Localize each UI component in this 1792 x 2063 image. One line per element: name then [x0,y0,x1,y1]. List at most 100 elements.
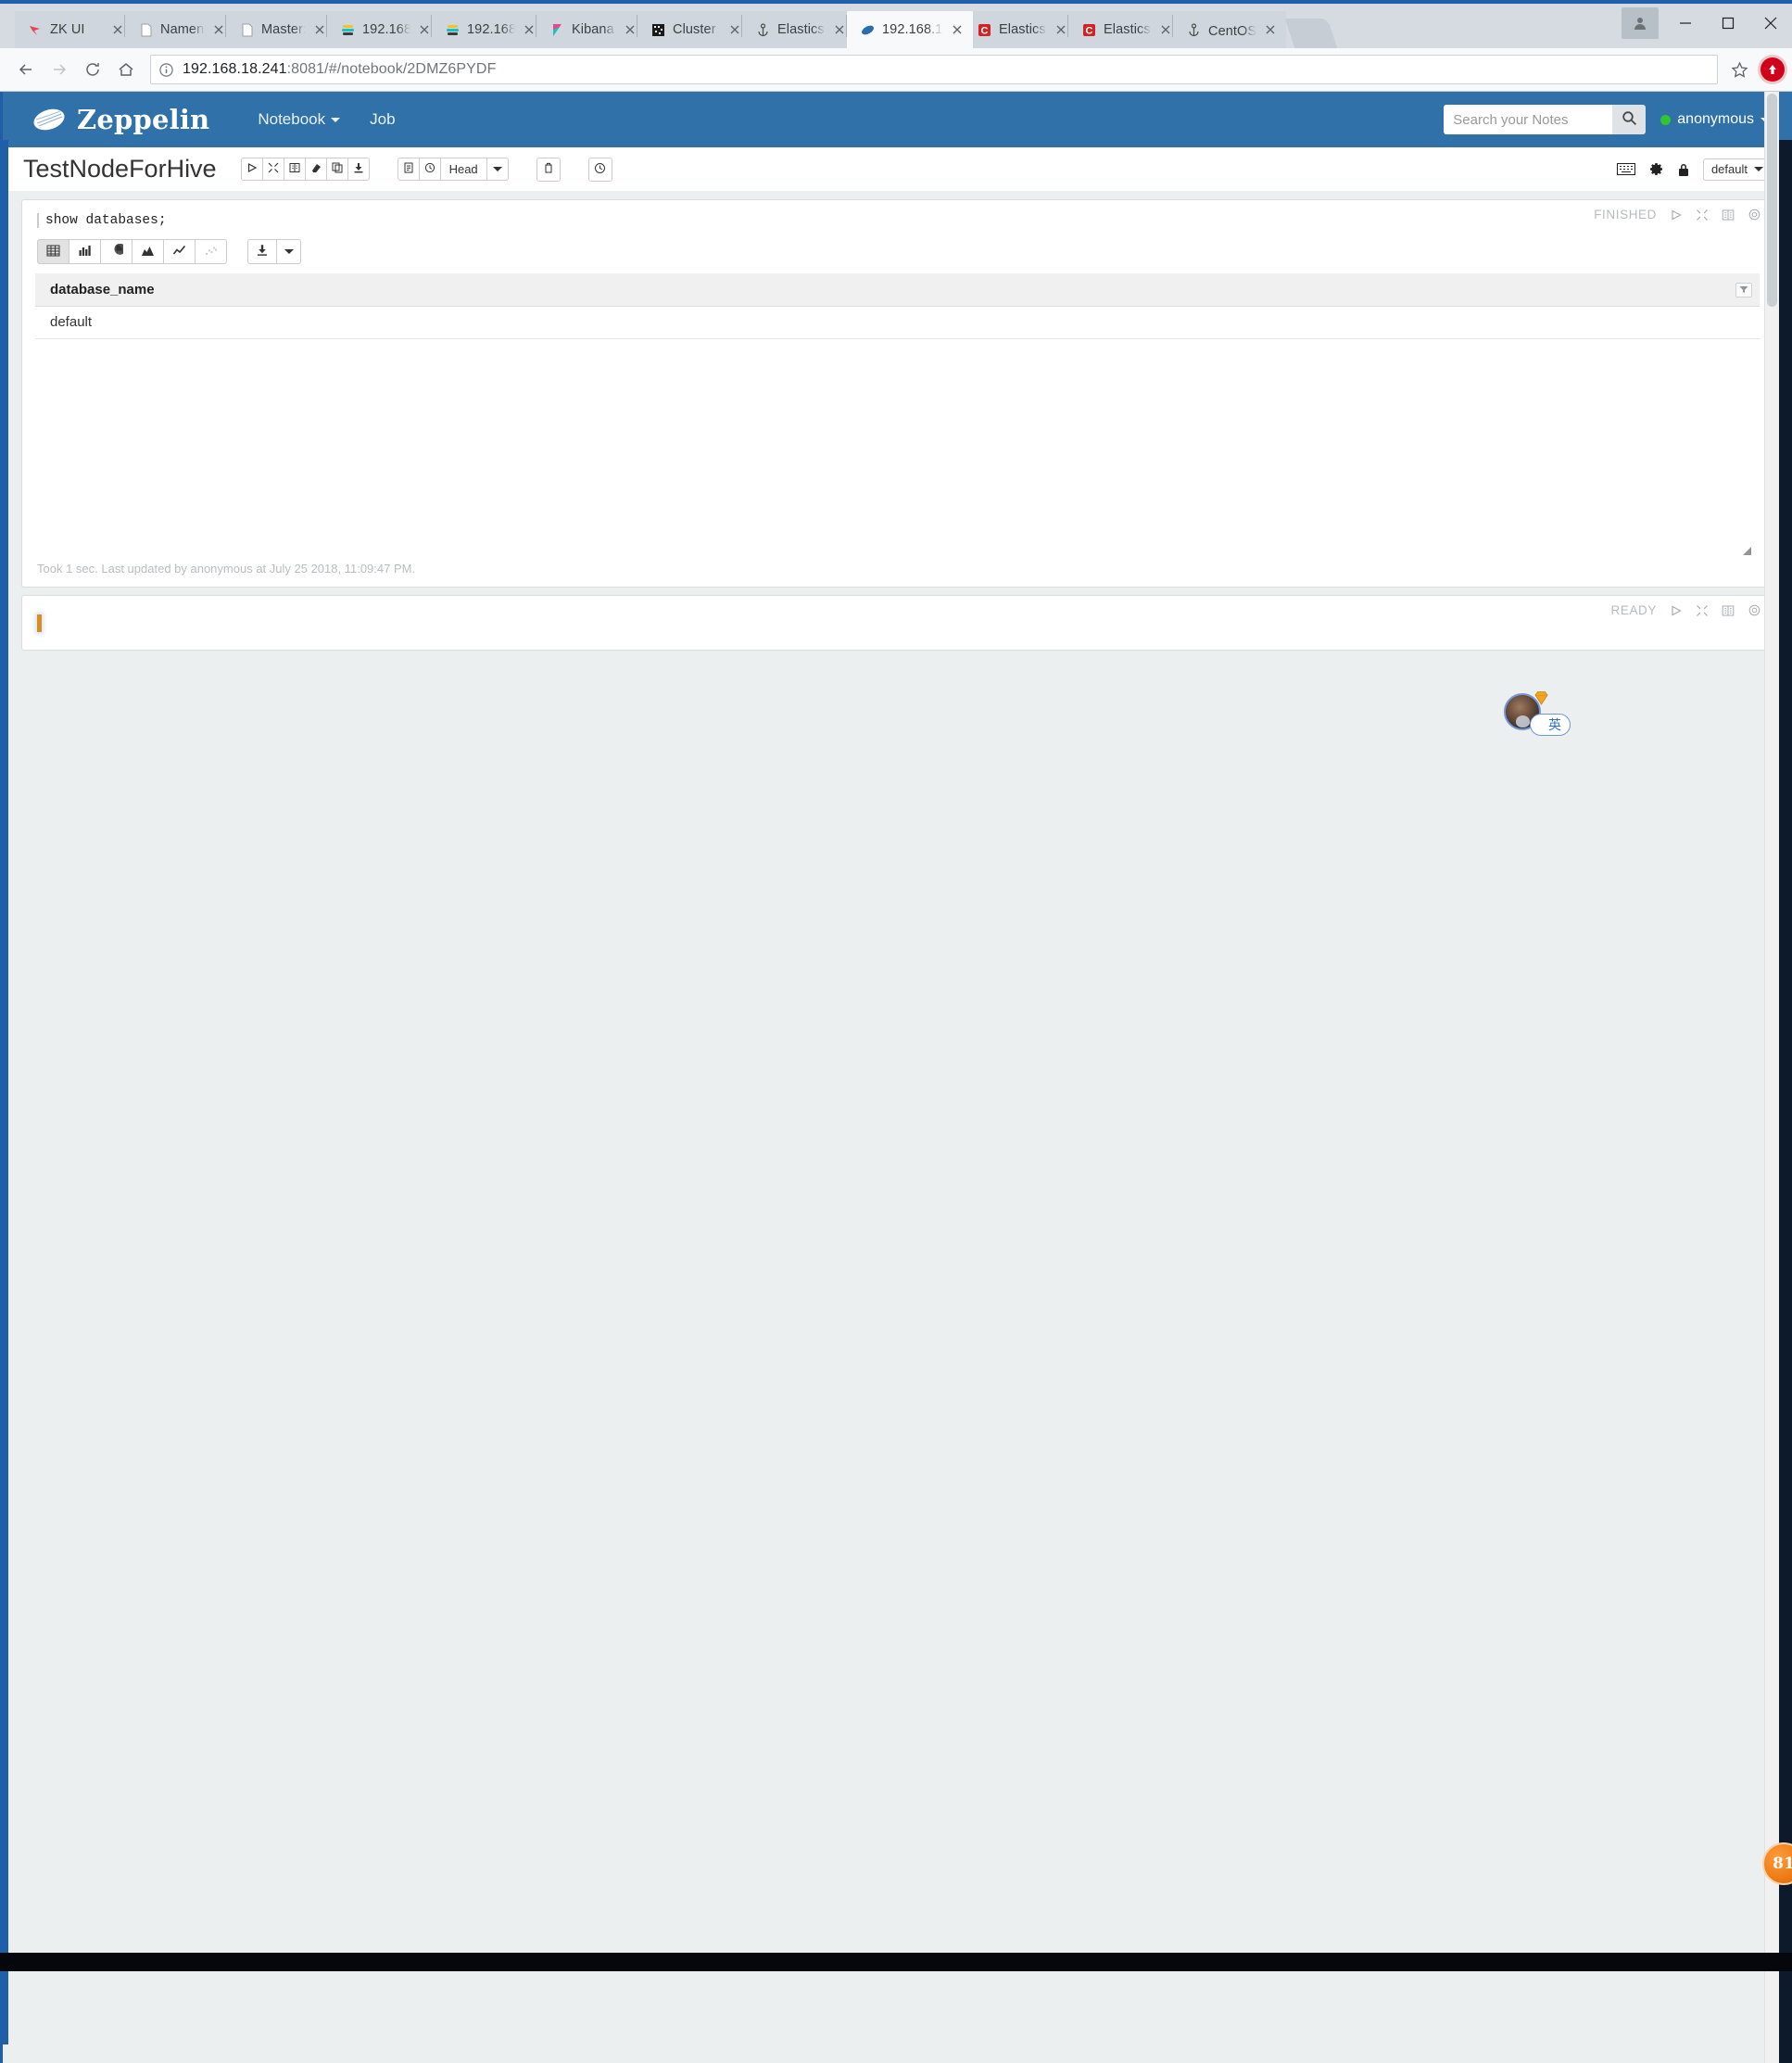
table-row[interactable]: default [35,306,1760,339]
tab-divider [326,15,327,37]
page-icon [239,22,255,38]
search-input[interactable] [1444,105,1613,134]
browser-tab-8-active[interactable]: 192.168.18.24 [847,11,973,48]
nav-item-job[interactable]: Job [355,110,410,129]
resize-grip-icon[interactable] [1739,543,1752,556]
zeppelin-brand[interactable]: Zeppelin [31,104,209,135]
browser-tab-0[interactable]: ZK UI [15,11,133,48]
download-options-caret[interactable] [277,239,301,264]
browser-window: ZK UI Namenode inf Maste [0,0,1792,2063]
hide-all-output-button[interactable] [261,158,284,181]
browser-tab-5[interactable]: Kibana [536,11,646,48]
extension-icon[interactable] [1760,57,1785,82]
show-editor-button[interactable] [1722,209,1735,221]
line-chart-button[interactable] [163,239,196,264]
window-minimize-button[interactable] [1664,4,1707,43]
user-menu[interactable]: anonymous [1660,111,1770,128]
zeppelin-navbar: Zeppelin Notebook Job Search your Notes … [3,92,1792,147]
collapse-icon [268,162,279,176]
url-host: 192.168.18.241 [183,61,287,77]
browser-tab-10[interactable]: C Elasticsearch6 [1068,11,1181,48]
browser-tab-title: Master: cento [261,22,306,37]
version-control-button[interactable] [587,157,612,182]
text-cursor [37,614,42,632]
download-group [247,239,301,264]
view-mode-caret-button[interactable] [486,158,509,181]
run-paragraph-button[interactable] [1670,604,1683,617]
window-close-button[interactable] [1749,4,1792,43]
address-bar[interactable]: 192.168.18.241:8081/#/notebook/2DMZ6PYDF [150,55,1718,84]
hide-output-button[interactable] [1696,209,1709,221]
hide-output-button[interactable] [1696,604,1709,617]
csdn-icon: C [1081,22,1097,38]
back-arrow-icon[interactable] [9,53,43,86]
address-bar-url: 192.168.18.241:8081/#/notebook/2DMZ6PYDF [183,61,496,78]
ime-mode-toggle[interactable]: 英 [1530,714,1571,736]
show-all-code-button[interactable] [283,158,306,181]
tab-close-icon[interactable] [947,19,967,40]
lock-icon[interactable] [1677,162,1690,177]
browser-tab-4[interactable]: 192.168.18.24 [432,11,545,48]
browser-tab-11[interactable]: CentOS7.4到无 [1173,11,1286,48]
tab-divider [431,15,432,37]
note-header-right: default [1616,158,1777,181]
interpreter-label: default [1710,162,1748,176]
run-all-paragraphs-button[interactable] [240,158,263,181]
browser-tab-6[interactable]: Cluster Overvi [637,11,751,48]
reload-icon[interactable] [76,53,109,86]
browser-tab-2[interactable]: Master: cento [226,11,335,48]
tab-divider [741,15,742,37]
window-maximize-button[interactable] [1707,4,1749,43]
keyboard-icon[interactable] [1616,163,1635,175]
gear-icon[interactable] [1648,161,1664,177]
paragraph-editor[interactable]: show databases; [22,200,1773,228]
area-chart-button[interactable] [132,239,164,264]
view-mode-select[interactable]: Head [439,158,487,181]
profile-icon[interactable] [1622,7,1659,39]
paragraph-1: FINISHED show databases; database_name d… [21,199,1773,588]
download-icon [353,162,364,176]
scrollbar-thumb[interactable] [1767,94,1777,307]
toggle-note-view-button[interactable] [397,158,420,181]
browser-tab-3[interactable]: 192.168.18.24 [327,11,440,48]
bar-chart-button[interactable] [69,239,101,264]
grid-icon [650,22,666,38]
info-circle-icon[interactable] [158,62,174,78]
paragraph-settings-button[interactable] [1748,208,1761,221]
clone-note-button[interactable] [325,158,348,181]
schedule-button[interactable] [418,158,441,181]
column-header-label: database_name [50,282,155,297]
table-chart-button[interactable] [37,239,69,264]
scatter-chart-button[interactable] [195,239,227,264]
show-editor-button[interactable] [1722,604,1735,617]
page-scrollbar[interactable] [1764,92,1779,2063]
paragraph-editor-empty[interactable] [22,596,1773,650]
browser-tab-9[interactable]: C Elasticsearch─ [964,11,1077,48]
table-cell: default [35,306,1760,339]
bookmark-star-icon[interactable] [1723,55,1755,84]
run-paragraph-button[interactable] [1670,209,1683,221]
paragraph-settings-button[interactable] [1748,603,1761,617]
page-title[interactable]: TestNodeForHive [23,155,217,184]
clear-all-output-button[interactable] [304,158,327,181]
tab-close-icon[interactable] [1260,19,1281,40]
interpreter-binding-select[interactable]: default [1702,158,1772,181]
kibana-icon [549,22,565,38]
search-icon [1622,110,1637,129]
pie-chart-button[interactable] [100,239,133,264]
column-header-database-name[interactable]: database_name [35,273,1760,307]
delete-note-button[interactable] [536,157,561,182]
browser-tab-7[interactable]: Elasticsearch [742,11,855,48]
home-icon[interactable] [109,53,143,86]
download-data-button[interactable] [247,239,277,264]
new-tab-button[interactable] [1284,19,1338,48]
nav-item-notebook[interactable]: Notebook [243,110,355,129]
download-icon [256,244,269,259]
export-note-button[interactable] [347,158,370,181]
search-button[interactable] [1612,105,1647,134]
browser-tab-1[interactable]: Namenode inf [125,11,234,48]
filter-funnel-icon[interactable] [1735,282,1752,297]
ime-indicator[interactable]: 英 [1504,690,1573,738]
svg-text:C: C [1086,25,1093,36]
forward-arrow-icon[interactable] [43,53,76,86]
